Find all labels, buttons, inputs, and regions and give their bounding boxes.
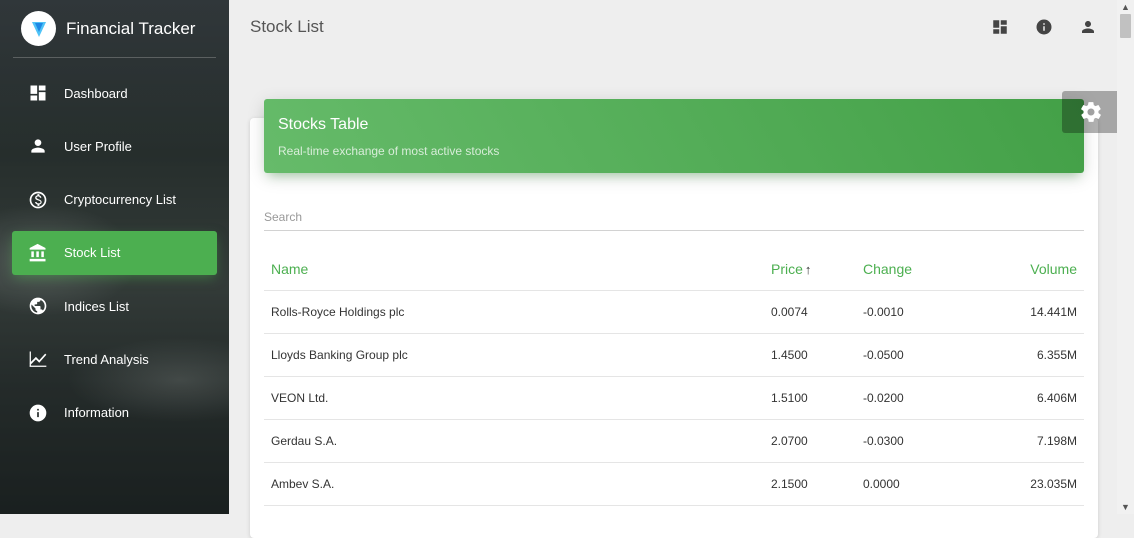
app-logo[interactable] [21,11,56,46]
card-header: Stocks Table Real-time exchange of most … [264,99,1084,173]
sidebar-item-information[interactable]: Information [12,391,217,435]
page-scrollbar[interactable]: ▲ ▼ [1117,0,1134,514]
dashboard-icon[interactable] [991,18,1009,36]
coin-icon [28,190,48,210]
column-header-volume[interactable]: Volume [990,248,1084,291]
cell-name: Gerdau S.A. [264,419,764,463]
info-icon[interactable] [1035,18,1053,36]
page-title: Stock List [250,17,324,36]
settings-button[interactable] [1062,91,1119,133]
person-icon [28,136,48,156]
column-header-price[interactable]: Price ↑ [764,248,856,291]
cell-volume: 6.355M [990,333,1084,377]
sidebar-item-label: Trend Analysis [64,351,149,367]
gear-icon [1080,102,1101,122]
sidebar-item-label: Stock List [64,245,121,261]
cell-change: -0.0200 [856,376,990,420]
scroll-up-arrow-icon[interactable]: ▲ [1117,0,1134,14]
trending-icon [28,349,48,369]
sidebar-item-dashboard[interactable]: Dashboard [12,71,217,115]
stocks-table: Name Price ↑ Change Volume Rolls-Royce Ho… [264,248,1084,506]
cell-volume: 7.198M [990,419,1084,463]
cell-volume: 6.406M [990,376,1084,420]
logo-icon [31,21,46,37]
column-header-change[interactable]: Change [856,248,990,291]
table-row[interactable]: VEON Ltd. 1.5100 -0.0200 6.406M [264,376,1084,420]
cell-change: -0.0300 [856,419,990,463]
table-header-row: Name Price ↑ Change Volume [264,248,1084,291]
info-icon [28,403,48,423]
cell-price: 1.4500 [764,333,856,377]
person-icon[interactable] [1079,18,1097,36]
table-row[interactable]: Lloyds Banking Group plc 1.4500 -0.0500 … [264,333,1084,377]
sort-arrow-up-icon: ↑ [804,262,812,277]
sidebar-item-label: Cryptocurrency List [64,192,176,208]
top-actions [991,18,1097,36]
brand: Financial Tracker [13,0,216,58]
search-input[interactable] [264,203,1084,231]
globe-icon [28,296,48,316]
top-navbar: Stock List [229,0,1117,57]
table-row[interactable]: Gerdau S.A. 2.0700 -0.0300 7.198M [264,419,1084,463]
scroll-down-arrow-icon[interactable]: ▼ [1117,500,1134,514]
card-title: Stocks Table [278,116,369,133]
cell-change: 0.0000 [856,462,990,506]
sidebar: Financial Tracker Dashboard User Profile… [0,0,229,514]
cell-price: 2.1500 [764,462,856,506]
sidebar-item-indices-list[interactable]: Indices List [12,284,217,328]
cell-name: Rolls-Royce Holdings plc [264,290,764,334]
bank-icon [28,243,48,263]
table-row[interactable]: Rolls-Royce Holdings plc 0.0074 -0.0010 … [264,290,1084,334]
cell-price: 2.0700 [764,419,856,463]
sidebar-item-label: User Profile [64,138,132,154]
cell-price: 0.0074 [764,290,856,334]
cell-price: 1.5100 [764,376,856,420]
app-title[interactable]: Financial Tracker [66,19,195,39]
column-header-name[interactable]: Name [264,248,764,291]
table-row[interactable]: Ambev S.A. 2.1500 0.0000 23.035M [264,462,1084,506]
cell-volume: 23.035M [990,462,1084,506]
cell-change: -0.0010 [856,290,990,334]
scroll-thumb[interactable] [1120,14,1131,38]
cell-name: Lloyds Banking Group plc [264,333,764,377]
sidebar-item-label: Information [64,405,130,421]
cell-change: -0.0500 [856,333,990,377]
cell-name: Ambev S.A. [264,462,764,506]
sidebar-item-stock-list[interactable]: Stock List [12,230,217,275]
cell-name: VEON Ltd. [264,376,764,420]
sidebar-item-user-profile[interactable]: User Profile [12,124,217,168]
sidebar-item-label: Indices List [64,298,130,314]
card-subtitle: Real-time exchange of most active stocks [278,144,500,158]
sidebar-item-label: Dashboard [64,85,128,101]
sidebar-item-trend-analysis[interactable]: Trend Analysis [12,337,217,381]
dashboard-icon [28,83,48,103]
cell-volume: 14.441M [990,290,1084,334]
sidebar-item-cryptocurrency-list[interactable]: Cryptocurrency List [12,178,217,222]
sidebar-nav: Dashboard User Profile Cryptocurrency Li… [0,71,229,435]
